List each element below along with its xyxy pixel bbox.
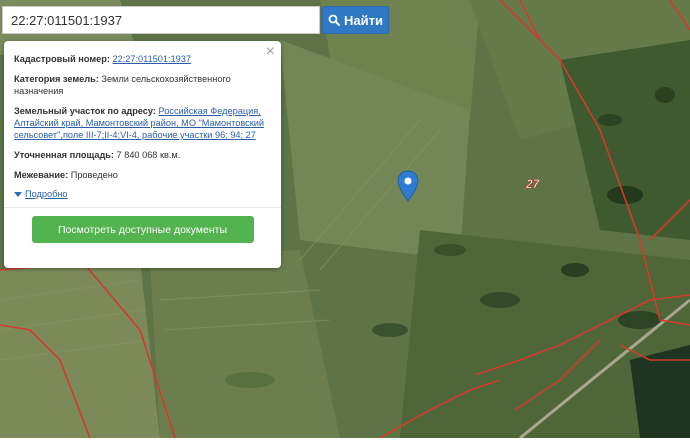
cadastral-number-row: Кадастровый номер: 22:27:011501:1937: [14, 53, 271, 65]
land-category-label: Категория земель:: [14, 74, 99, 84]
search-input[interactable]: [2, 6, 320, 34]
triangle-down-icon: [14, 191, 22, 197]
view-documents-button[interactable]: Посмотреть доступные документы: [31, 216, 254, 243]
search-icon: [328, 14, 341, 26]
details-link[interactable]: Подробно: [25, 188, 68, 200]
survey-label: Межевание:: [14, 170, 69, 180]
address-label: Земельный участок по адресу:: [14, 106, 156, 116]
pond: [630, 345, 690, 438]
area-row: Уточненная площадь: 7 840 068 кв.м.: [14, 149, 271, 161]
parcel-info-popup: × Кадастровый номер: 22:27:011501:1937 К…: [4, 41, 281, 268]
parcel-number-label[interactable]: 27: [526, 177, 540, 192]
search-button-label: Найти: [344, 12, 383, 28]
details-toggle[interactable]: Подробно: [14, 188, 271, 200]
cadastral-number-label: Кадастровый номер:: [14, 54, 110, 64]
divider: [4, 207, 281, 208]
cadastral-number-link[interactable]: 22:27:011501:1937: [112, 54, 191, 64]
close-icon[interactable]: ×: [266, 44, 275, 60]
map-marker-icon[interactable]: [396, 170, 420, 202]
land-category-row: Категория земель: Земли сельскохозяйстве…: [14, 73, 271, 97]
address-row: Земельный участок по адресу: Российская …: [14, 105, 271, 141]
area-value: 7 840 068 кв.м.: [116, 150, 181, 160]
area-label: Уточненная площадь:: [14, 150, 114, 160]
survey-row: Межевание: Проведено: [14, 169, 271, 181]
search-button[interactable]: Найти: [322, 6, 389, 34]
survey-value: Проведено: [70, 170, 118, 180]
